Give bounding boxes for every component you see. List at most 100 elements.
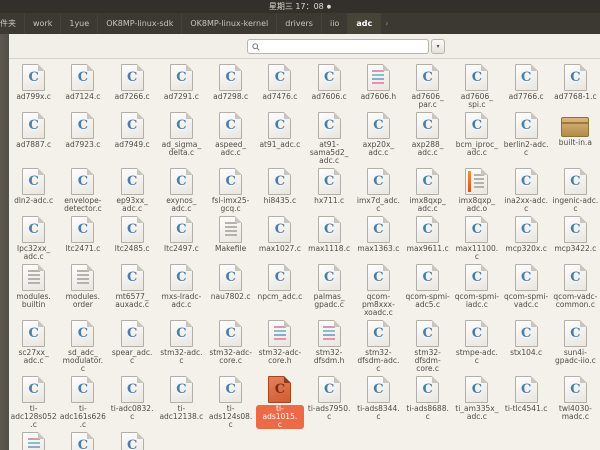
file-item[interactable]: Csc27xx_ adc.c <box>10 320 58 365</box>
file-item[interactable]: Cti- adc128s052 .c <box>10 376 58 429</box>
file-item[interactable]: built-in.a <box>551 112 599 147</box>
file-item[interactable]: Ctwl4030- madc.c <box>551 376 599 421</box>
path-tab-adc[interactable]: adc <box>348 13 381 34</box>
file-item[interactable]: Cfsl-imx25- gcq.c <box>207 168 255 213</box>
file-item[interactable]: Cltc2485.c <box>108 216 156 253</box>
file-item[interactable]: Cti- adc12138.c <box>157 376 205 421</box>
search-dropdown-button[interactable]: ▾ <box>431 39 445 54</box>
file-item[interactable]: Cstm32- dfsdm- core.c <box>404 320 452 373</box>
file-item[interactable]: Chx711.c <box>305 168 353 205</box>
file-item[interactable]: stm32-adc- core.h <box>256 320 304 365</box>
search-box[interactable] <box>247 39 429 54</box>
file-item[interactable]: Cstm32-adc. c <box>157 320 205 365</box>
file-item[interactable]: Cina2xx-adc. c <box>502 168 550 213</box>
file-item[interactable]: Cnpcm_adc.c <box>256 264 304 301</box>
file-item[interactable]: Cad7606.c <box>305 64 353 101</box>
file-item[interactable]: Csun4i- gpadc-iio.c <box>551 320 599 365</box>
search-input[interactable] <box>260 41 424 52</box>
file-item[interactable]: C <box>108 432 156 450</box>
file-item[interactable]: Cimx7d_adc. c <box>354 168 402 213</box>
file-item[interactable]: Cad7923.c <box>59 112 107 149</box>
file-item[interactable]: Caxp20x_ adc.c <box>354 112 402 157</box>
file-item[interactable]: Caxp288_ adc.c <box>404 112 452 157</box>
file-item[interactable]: Cad7298.c <box>207 64 255 101</box>
path-tab-iio[interactable]: iio <box>322 13 348 34</box>
file-item[interactable]: Cberlin2-adc. c <box>502 112 550 157</box>
file-item[interactable]: Cnau7802.c <box>207 264 255 301</box>
file-item[interactable]: Cmcp3422.c <box>551 216 599 253</box>
file-item[interactable]: Cti-ads1015. c <box>256 376 304 429</box>
file-item[interactable]: Cti-ads8344. c <box>354 376 402 421</box>
file-item[interactable]: C <box>59 432 107 450</box>
file-item[interactable]: Cad7124.c <box>59 64 107 101</box>
file-item[interactable]: Cspear_adc. c <box>108 320 156 365</box>
file-item[interactable]: Cltc2497.c <box>157 216 205 253</box>
file-item[interactable]: Cmcp320x.c <box>502 216 550 253</box>
file-item[interactable]: Cexynos_ adc.c <box>157 168 205 213</box>
file-item[interactable]: Chi8435.c <box>256 168 304 205</box>
file-item[interactable]: Cmax1027.c <box>256 216 304 253</box>
file-item[interactable]: imx8qxp_ adc.o <box>453 168 501 213</box>
file-item[interactable]: modules. order <box>59 264 107 309</box>
file-item[interactable]: Cimx8qxp_ adc.c <box>404 168 452 213</box>
file-item[interactable]: Cad7606_ par.c <box>404 64 452 109</box>
file-item[interactable]: Cti-ads7950. c <box>305 376 353 421</box>
file-item[interactable]: Cad7266.c <box>108 64 156 101</box>
file-item[interactable]: Cti-adc0832. c <box>108 376 156 421</box>
path-tab-件夹[interactable]: 件夹 <box>0 13 25 34</box>
file-item[interactable]: Cstm32- dfsdm-adc. c <box>354 320 402 373</box>
file-item[interactable]: Cti_am335x_ adc.c <box>453 376 501 421</box>
file-item[interactable]: Cep93xx_ adc.c <box>108 168 156 213</box>
file-item[interactable]: Cqcom- pm8xxx- xoadc.c <box>354 264 402 317</box>
file-item[interactable]: Cad7887.c <box>10 112 58 149</box>
file-item[interactable]: Cmax1118.c <box>305 216 353 253</box>
file-item[interactable]: Cat91_adc.c <box>256 112 304 149</box>
file-item[interactable]: Cti- ads124s08. c <box>207 376 255 429</box>
file-item[interactable]: Cmt6577_ auxadc.c <box>108 264 156 309</box>
sidebar-edge[interactable] <box>0 34 9 450</box>
file-item[interactable]: Cmxs-lradc- adc.c <box>157 264 205 309</box>
file-item[interactable]: Cmax11100. c <box>453 216 501 261</box>
file-item[interactable]: Cstmpe-adc. c <box>453 320 501 365</box>
file-item[interactable]: Cstm32-adc- core.c <box>207 320 255 365</box>
file-item[interactable]: Cqcom-spmi- vadc.c <box>502 264 550 309</box>
file-item[interactable]: Cmax9611.c <box>404 216 452 253</box>
file-item[interactable]: Cad7606_ spi.c <box>453 64 501 109</box>
file-item[interactable]: Cti- adc161s626 .c <box>59 376 107 429</box>
file-item[interactable]: Cqcom-spmi- iadc.c <box>453 264 501 309</box>
file-item[interactable]: Cqcom-spmi- adc5.c <box>404 264 452 309</box>
file-item[interactable]: Cad7476.c <box>256 64 304 101</box>
file-item[interactable]: Cbcm_iproc_ adc.c <box>453 112 501 157</box>
file-item[interactable]: stm32- dfsdm.h <box>305 320 353 365</box>
path-tab-drivers[interactable]: drivers <box>277 13 322 34</box>
path-tab-1yue[interactable]: 1yue <box>61 13 98 34</box>
file-item[interactable]: Cad7768-1.c <box>551 64 599 101</box>
file-label: axp20x_ adc.c <box>363 141 395 157</box>
file-item[interactable]: Cenvelope- detector.c <box>59 168 107 213</box>
file-item[interactable]: Cti-tlc4541.c <box>502 376 550 413</box>
path-tab-work[interactable]: work <box>25 13 61 34</box>
file-item[interactable]: Cmax1363.c <box>354 216 402 253</box>
file-item[interactable]: Caspeed_ adc.c <box>207 112 255 157</box>
path-tab-OK8MP-linux-sdk[interactable]: OK8MP-linux-sdk <box>98 13 182 34</box>
file-item[interactable]: Cltc2471.c <box>59 216 107 253</box>
file-item[interactable]: Csd_adc_ modulator. c <box>59 320 107 373</box>
file-item[interactable]: Cpalmas_ gpadc.c <box>305 264 353 309</box>
file-item[interactable]: Cat91- sama5d2_ adc.c <box>305 112 353 165</box>
file-item[interactable]: Clpc32xx_ adc.c <box>10 216 58 261</box>
file-item[interactable]: Cingenic-adc. c <box>551 168 599 213</box>
file-item[interactable]: Makefile <box>207 216 255 253</box>
file-item[interactable]: Cad7291.c <box>157 64 205 101</box>
file-item[interactable]: Cad799x.c <box>10 64 58 101</box>
file-item[interactable]: Cad7766.c <box>502 64 550 101</box>
file-item[interactable] <box>10 432 58 450</box>
file-item[interactable]: modules. builtin <box>10 264 58 309</box>
file-item[interactable]: Cad7949.c <box>108 112 156 149</box>
file-item[interactable]: ad7606.h <box>354 64 402 101</box>
file-item[interactable]: Cqcom-vadc- common.c <box>551 264 599 309</box>
file-item[interactable]: Cdln2-adc.c <box>10 168 58 205</box>
file-item[interactable]: Cti-ads8688. c <box>404 376 452 421</box>
path-tab-OK8MP-linux-kernel[interactable]: OK8MP-linux-kernel <box>182 13 277 34</box>
file-item[interactable]: Cstx104.c <box>502 320 550 357</box>
file-item[interactable]: Cad_sigma_ delta.c <box>157 112 205 157</box>
